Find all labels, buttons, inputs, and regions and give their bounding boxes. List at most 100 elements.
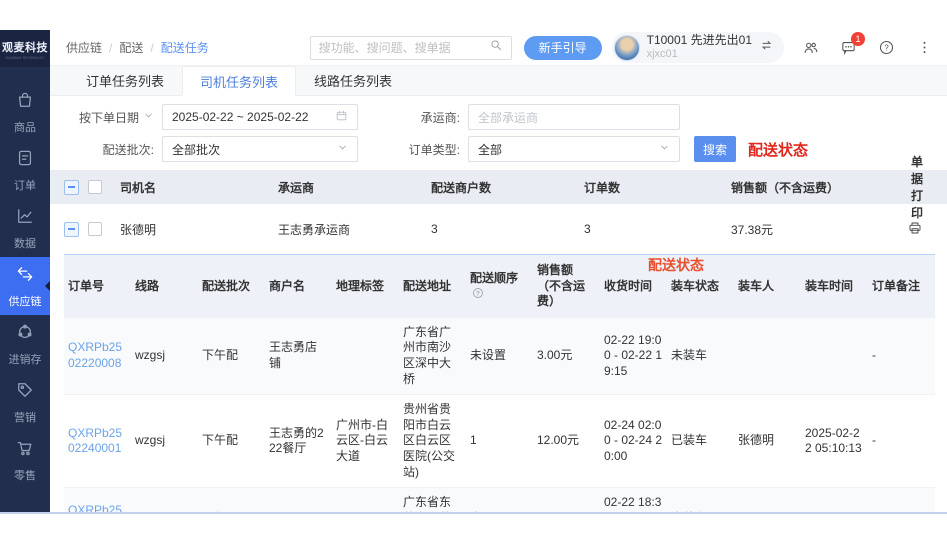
cell-loader [734, 488, 801, 514]
order-doc-icon [15, 148, 35, 173]
sidebar-item-label: 供应链 [9, 293, 42, 309]
sidebar-item-orders[interactable]: 订单 [0, 141, 50, 199]
main-area: 供应链 / 配送 / 配送任务 新手引导 T10001 先进先出01 xjxc0… [50, 30, 947, 512]
order-type-select[interactable]: 全部 [468, 136, 680, 162]
avatar[interactable] [614, 35, 640, 61]
sidebar-item-label: 订单 [14, 177, 36, 193]
col-sales: 销售额（不含运费） [731, 179, 901, 196]
cell-geo-tag [332, 318, 399, 395]
breadcrumb-supply-chain[interactable]: 供应链 [66, 39, 102, 56]
order-row: QXRPb2502220008 wzgsj 下午配 王志勇店铺 广东省广州市南沙… [64, 318, 935, 395]
cell-receive-time: 02-22 19:00 - 02-22 19:15 [600, 318, 667, 395]
cell-receive-time: 02-24 02:00 - 02-24 20:00 [600, 395, 667, 488]
sidebar-item-label: 进销存 [9, 351, 42, 367]
cell-sales: 12.00元 [533, 395, 600, 488]
cell-remark: - [868, 488, 935, 514]
cell-route: wzgsj [131, 395, 198, 488]
order-row: QXRPb2502220007 wzgsj 下午配 二号 广东省东莞市东莞车管所… [64, 488, 935, 514]
newbie-guide-button[interactable]: 新手引导 [524, 36, 602, 60]
sidebar-item-data[interactable]: 数据 [0, 199, 50, 257]
date-range-input[interactable]: 2025-02-22 ~ 2025-02-22 [162, 104, 358, 130]
row-check-cell [64, 222, 120, 237]
filter-row-1: 按下单日期 2025-02-22 ~ 2025-02-22 承运商: 全部承运商 [72, 104, 947, 130]
tab-driver-task-list[interactable]: 司机任务列表 [182, 66, 296, 96]
topbar: 供应链 / 配送 / 配送任务 新手引导 T10001 先进先出01 xjxc0… [50, 30, 947, 66]
sidebar-item-products[interactable]: 商品 [0, 83, 50, 141]
order-table-header: 订单号 线路 配送批次 商户名 地理标签 配送地址 配送顺序? 销售额（不含运费… [64, 255, 935, 318]
svg-text:?: ? [884, 43, 889, 52]
sidebar-item-label: 零售 [14, 467, 36, 483]
cell-sales: 3.00元 [533, 318, 600, 395]
cell-remark: - [868, 395, 935, 488]
sidebar-nav: 商品 订单 数据 供应链 进销存 营销 [0, 83, 50, 489]
calendar-icon [327, 109, 348, 125]
chevron-down-icon [329, 142, 348, 156]
user-name: T10001 先进先出01 [647, 34, 752, 48]
help-circle-icon[interactable]: ? [470, 286, 484, 300]
more-options-icon[interactable] [916, 39, 933, 56]
print-cell [901, 220, 947, 239]
delivery-status-annotation: 配送状态 [748, 139, 808, 160]
global-search-input[interactable] [319, 41, 483, 55]
tab-order-task-list[interactable]: 订单任务列表 [68, 66, 182, 95]
app-logo-subtext: GUANMAI TECHNOLOGY [5, 55, 44, 59]
driver-table-header: 司机名 承运商 配送商户数 订单数 销售额（不含运费） 单据打印 [50, 170, 947, 204]
search-icon[interactable] [489, 38, 503, 57]
users-icon[interactable] [802, 39, 819, 56]
sidebar-item-marketing[interactable]: 营销 [0, 373, 50, 431]
cell-load-status: 已装车 [667, 395, 734, 488]
cell-address: 广东省东莞市东莞车管所 [399, 488, 466, 514]
date-type-dropdown[interactable]: 按下单日期 [72, 109, 154, 126]
topbar-icon-group: 1 ? [802, 39, 933, 56]
cart-icon [15, 438, 35, 463]
user-info: T10001 先进先出01 xjxc01 [647, 34, 752, 60]
messages-icon[interactable]: 1 [840, 39, 857, 56]
col-merchant-count: 配送商户数 [431, 179, 584, 196]
cell-merchant: 二号 [265, 488, 332, 514]
col-remark: 订单备注 [868, 255, 935, 318]
cell-geo-tag [332, 488, 399, 514]
search-button[interactable]: 搜索 [694, 136, 736, 162]
breadcrumb-delivery[interactable]: 配送 [119, 39, 143, 56]
sidebar: 观麦科技 GUANMAI TECHNOLOGY 商品 订单 数据 供应链 [0, 30, 50, 512]
help-icon[interactable]: ? [878, 39, 895, 56]
user-block[interactable]: T10001 先进先出01 xjxc01 [612, 32, 784, 62]
cell-order-no: QXRPb2502220007 [64, 488, 131, 514]
cell-batch: 下午配 [198, 318, 265, 395]
order-number-link[interactable]: QXRPb2502220008 [68, 340, 122, 370]
collapse-all-icon[interactable] [64, 180, 79, 195]
global-search [310, 36, 512, 60]
row-checkbox[interactable] [88, 222, 102, 236]
carrier-placeholder: 全部承运商 [478, 109, 670, 126]
select-all-checkbox[interactable] [88, 180, 102, 194]
order-subtable: 订单号 线路 配送批次 商户名 地理标签 配送地址 配送顺序? 销售额（不含运费… [64, 255, 935, 514]
printer-icon[interactable] [907, 220, 923, 239]
breadcrumb-separator: / [150, 41, 153, 55]
filter-panel: 按下单日期 2025-02-22 ~ 2025-02-22 承运商: 全部承运商… [50, 96, 947, 170]
cell-receive-time: 02-22 18:30 - 02-22 22:00 [600, 488, 667, 514]
cell-load-status: 未装车 [667, 318, 734, 395]
sidebar-item-inventory[interactable]: 进销存 [0, 315, 50, 373]
collapse-row-icon[interactable] [64, 222, 79, 237]
order-number-link[interactable]: QXRPb2502220007 [68, 503, 122, 514]
batch-select[interactable]: 全部批次 [162, 136, 358, 162]
app-logo-text: 观麦科技 [2, 39, 48, 55]
order-number-link[interactable]: QXRPb2502240001 [68, 426, 122, 456]
supply-chain-arrows-icon [15, 264, 35, 289]
carrier-label: 承运商: [398, 109, 460, 126]
sidebar-item-supply-chain[interactable]: 供应链 [0, 257, 50, 315]
header-check-cell [64, 180, 120, 195]
svg-text:?: ? [476, 292, 480, 298]
breadcrumb-separator: / [109, 41, 112, 55]
carrier-input[interactable]: 全部承运商 [468, 104, 680, 130]
col-order-count: 订单数 [584, 179, 731, 196]
cell-order-no: QXRPb2502240001 [64, 395, 131, 488]
sidebar-item-retail[interactable]: 零售 [0, 431, 50, 489]
tab-route-task-list[interactable]: 线路任务列表 [296, 66, 410, 95]
order-type-value: 全部 [478, 141, 651, 158]
sales-amount: 37.38元 [731, 221, 901, 238]
cell-merchant: 王志勇店铺 [265, 318, 332, 395]
cell-load-time [801, 318, 868, 395]
switch-account-icon[interactable] [759, 38, 774, 58]
col-driver-name: 司机名 [120, 179, 278, 196]
